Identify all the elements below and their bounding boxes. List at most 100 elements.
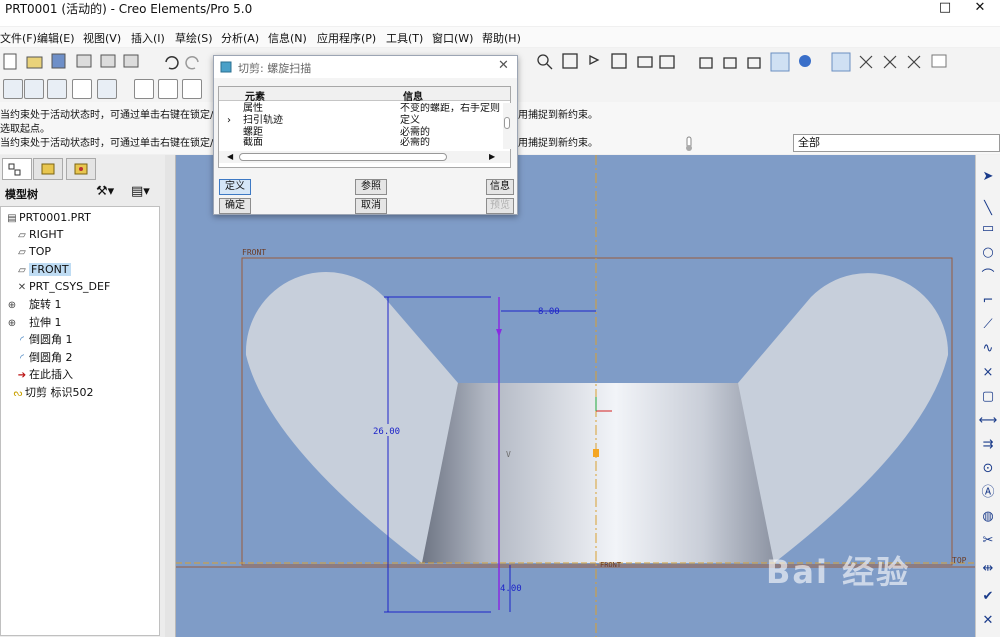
pane-splitter[interactable]	[165, 155, 175, 637]
references-button[interactable]: 参照	[355, 179, 387, 195]
window-title: PRT0001 (活动的) - Creo Elements/Pro 5.0	[5, 2, 253, 16]
select-arrow-icon[interactable]: ➤	[978, 167, 998, 187]
dialog-close-icon[interactable]: ✕	[498, 58, 509, 73]
tree-item-label: 在此插入	[29, 368, 73, 381]
line-tool-icon[interactable]: ╲	[978, 199, 998, 219]
tree-item-label: 倒圆角 2	[29, 351, 73, 364]
tree-item[interactable]: ✕ PRT_CSYS_DEF	[15, 278, 111, 295]
table-row[interactable]: › 扫引轨迹 定义	[219, 115, 503, 127]
select-tool-icon[interactable]	[134, 79, 154, 99]
shade-closed-icon[interactable]	[158, 79, 178, 99]
text-tool-icon[interactable]: Ⓐ	[978, 483, 998, 503]
circle-tool-icon[interactable]: ○	[978, 243, 998, 263]
send-mail-icon	[123, 54, 139, 68]
sketch-constraint-icon[interactable]	[3, 79, 23, 99]
reorient-icon	[589, 54, 600, 66]
cancel-x-icon[interactable]: ✕	[978, 611, 998, 631]
graphics-window[interactable]: FRONT TOP FRONT 26.00 8.00 4.00 V Bai 经验	[176, 155, 975, 637]
trim-tool-icon[interactable]: ✂	[978, 531, 998, 551]
selection-filter[interactable]: 全部	[793, 134, 1000, 152]
menu-view[interactable]: 视图(V)	[83, 30, 121, 46]
wireframe-icon	[699, 57, 713, 69]
model-tree-title: 模型树	[5, 188, 38, 201]
menu-insert[interactable]: 插入(I)	[131, 30, 165, 46]
grid-display-icon[interactable]	[72, 79, 92, 99]
expand-chevron-icon[interactable]: ›	[227, 115, 231, 127]
vertex-display-icon[interactable]	[97, 79, 117, 99]
horizontal-scrollbar[interactable]: ◀ ▶	[219, 151, 510, 163]
round-icon: ◜	[20, 353, 24, 364]
message-line: 当约束处于活动状态时，可通过单击右键在锁定/禁	[0, 110, 224, 121]
csys-icon: ✕	[17, 282, 27, 293]
maximize-button[interactable]: □	[930, 0, 960, 18]
tree-item[interactable]: ▱ RIGHT	[15, 226, 63, 243]
tree-item[interactable]: ➔ 在此插入	[15, 366, 73, 383]
preview-button[interactable]: 预览	[486, 198, 514, 214]
spline-tool-icon[interactable]: ∿	[978, 339, 998, 359]
menu-info[interactable]: 信息(N)	[268, 30, 307, 46]
menu-edit[interactable]: 编辑(E)	[37, 30, 75, 46]
helical-sweep-icon: ᔓ	[13, 388, 23, 399]
arc-tool-icon[interactable]: ⌒	[978, 267, 998, 287]
tab-folder-browser[interactable]	[33, 158, 63, 180]
modify-tool-icon[interactable]: ⇉	[978, 435, 998, 455]
mirror-tool-icon[interactable]: ⇹	[978, 559, 998, 579]
offset-edge-icon[interactable]: ▢	[978, 387, 998, 407]
scroll-right-icon[interactable]: ▶	[489, 151, 495, 163]
tree-item[interactable]: ◜ 倒圆角 1	[15, 331, 72, 348]
scroll-left-icon[interactable]: ◀	[227, 151, 233, 163]
tree-item-selected[interactable]: ▱ FRONT	[15, 261, 71, 278]
save-icon	[51, 53, 66, 69]
menu-analysis[interactable]: 分析(A)	[221, 30, 259, 46]
highlight-open-icon[interactable]	[182, 79, 202, 99]
tree-item[interactable]: ᔓ 切剪 标识502	[11, 384, 94, 401]
point-tool-icon[interactable]: ×	[978, 363, 998, 383]
refit-icon	[562, 53, 578, 69]
tree-item[interactable]: ▱ TOP	[15, 243, 51, 260]
trajectory-arrow-icon	[496, 329, 502, 337]
constraint-display-icon[interactable]	[47, 79, 67, 99]
row-element: 截面	[243, 137, 263, 147]
tree-item[interactable]: ◜ 倒圆角 2	[15, 349, 73, 366]
tree-item[interactable]: ▤ PRT0001.PRT	[5, 209, 91, 226]
scrollbar-thumb[interactable]	[504, 117, 510, 129]
tree-item-label: RIGHT	[29, 228, 64, 241]
tree-show-icon[interactable]: ▤▾	[131, 184, 150, 199]
menu-applications[interactable]: 应用程序(P)	[317, 30, 376, 46]
table-row[interactable]: 属性 不变的螺距，右手定则	[219, 103, 503, 115]
info-button[interactable]: 信息	[486, 179, 514, 195]
tree-item[interactable]: ⊕ 旋转 1	[5, 296, 62, 313]
cancel-button[interactable]: 取消	[355, 198, 387, 214]
tree-settings-icon[interactable]: ⚒▾	[96, 184, 114, 199]
constraint-tool-icon[interactable]: ⊙	[978, 459, 998, 479]
round-icon: ◜	[20, 335, 24, 346]
menu-help[interactable]: 帮助(H)	[482, 30, 521, 46]
table-row[interactable]: 截面 必需的	[219, 137, 503, 147]
model-tree-tab-icon	[8, 163, 21, 176]
tree-item-label: 切剪 标识502	[25, 386, 94, 399]
tab-favorites[interactable]	[66, 158, 96, 180]
menu-tools[interactable]: 工具(T)	[386, 30, 423, 46]
menu-window[interactable]: 窗口(W)	[432, 30, 473, 46]
dimension-tool-icon[interactable]: ⟷	[978, 411, 998, 431]
rectangle-tool-icon[interactable]: ▭	[978, 219, 998, 239]
folder-icon	[41, 163, 55, 175]
menu-sketch[interactable]: 草绘(S)	[175, 30, 213, 46]
dimension-display-icon[interactable]	[24, 79, 44, 99]
ok-button[interactable]: 确定	[219, 198, 251, 214]
tree-item[interactable]: ⊕ 拉伸 1	[5, 314, 62, 331]
menu-file[interactable]: 文件(F)	[0, 30, 37, 46]
vertical-scrollbar[interactable]	[503, 103, 511, 149]
hscroll-thumb[interactable]	[239, 153, 447, 161]
col-info: 信息	[403, 92, 423, 103]
chamfer-tool-icon[interactable]: ⟋	[978, 315, 998, 335]
accept-check-icon[interactable]: ✔	[978, 587, 998, 607]
palette-tool-icon[interactable]: ◍	[978, 507, 998, 527]
dialog-titlebar: 切剪: 螺旋扫描 ✕	[214, 56, 517, 78]
datum-plane-icon: ▱	[18, 247, 26, 258]
define-button[interactable]: 定义	[219, 179, 251, 195]
fillet-tool-icon[interactable]: ⌐	[978, 291, 998, 311]
open-folder-icon	[26, 56, 43, 69]
close-window-button[interactable]: ✕	[965, 0, 995, 18]
tab-model-tree[interactable]	[2, 158, 32, 180]
